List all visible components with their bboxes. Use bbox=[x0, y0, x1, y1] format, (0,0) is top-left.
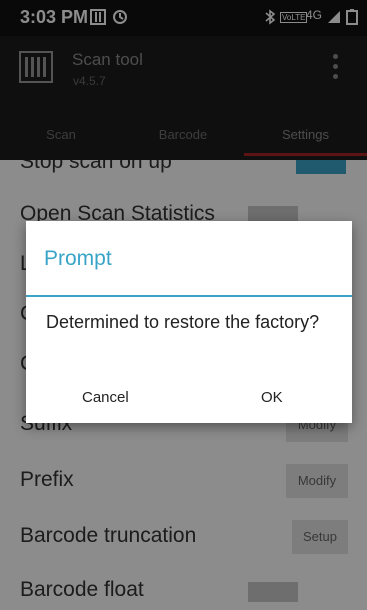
restore-factory-dialog: Prompt Determined to restore the factory… bbox=[26, 221, 352, 423]
ok-button[interactable]: OK bbox=[261, 389, 283, 406]
dialog-message: Determined to restore the factory? bbox=[46, 312, 320, 332]
dialog-title: Prompt bbox=[44, 247, 112, 270]
cancel-button[interactable]: Cancel bbox=[82, 389, 129, 406]
dialog-divider bbox=[26, 295, 352, 297]
